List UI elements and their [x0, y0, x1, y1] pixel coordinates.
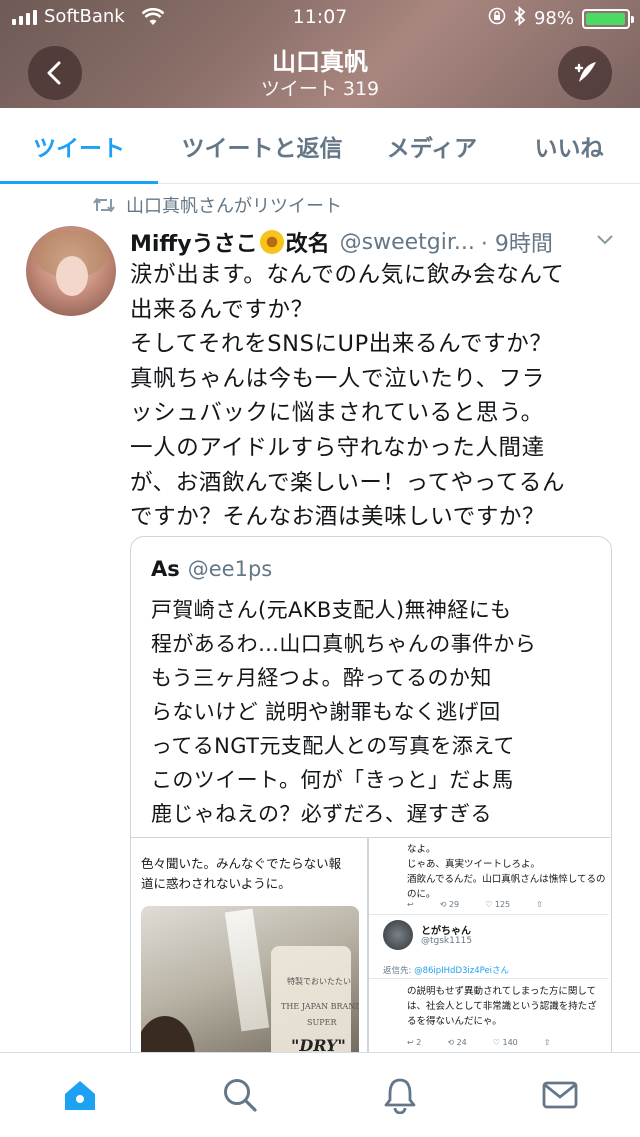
tweet-line: ッシュバックに悩まされていると思う。 [130, 400, 544, 427]
reply-to-line: 返信先: @86ipIHdD3iz4Peiさん [383, 964, 509, 976]
share-icon: ⇧ [543, 1038, 551, 1047]
quoted-tweet-body: 戸賀崎さん(元AKB支配人)無神経にも 程があるわ…山口真帆ちゃんの事件から も… [151, 593, 603, 831]
photo-label: THE JAPAN BRAND [281, 1002, 359, 1011]
reply-text: なよ。 じゃあ、真実ツイートしろよ。 酒飲んでるんだ。山口真帆さんは憔悴してるの… [407, 842, 605, 902]
quoted-tweet-card[interactable]: As @ee1ps 戸賀崎さん(元AKB支配人)無神経にも 程があるわ…山口真帆ち… [130, 536, 612, 1076]
tweet-line: 涙が出ます。なんでのん気に飲み会なんて [130, 262, 565, 288]
compose-feather-icon [574, 62, 596, 82]
reply-line: じゃあ、真実ツイートしろよ。 [407, 859, 541, 870]
nav-home[interactable] [0, 1053, 160, 1137]
messages-envelope-icon [542, 1081, 578, 1109]
tweet-line: ですか？そんなお酒は美味しいですか？ [130, 504, 546, 531]
status-bar: SoftBank 11:07 98% [0, 0, 640, 36]
quoted-line: もう三ヶ月経つよ。酔ってるのか知 [151, 666, 492, 690]
tweet-line: が、お酒飲んで楽しいー！ってやってるん [130, 469, 566, 496]
orientation-lock-icon [488, 7, 506, 30]
nav-messages[interactable] [480, 1053, 640, 1137]
tweet-line: そしてそれをSNSにUP出来るんですか？ [130, 331, 553, 358]
quoted-author-name: As [151, 557, 180, 581]
tweet-time: · 9時間 [480, 232, 553, 257]
bottom-tab-bar [0, 1052, 640, 1137]
reply-count: ↩ 2 [407, 1038, 422, 1047]
tweet-body: 涙が出ます。なんでのん気に飲み会なんて 出来るんですか？ そしてそれをSNSにU… [130, 258, 622, 535]
reply-avatar [383, 920, 413, 950]
photo-label: SUPER [307, 1018, 337, 1027]
sunflower-emoji-icon [259, 230, 284, 254]
reply-to-handle: @86ipIHdD3iz4Peiさん [414, 966, 510, 976]
quoted-line: 鹿じゃねえの？必ずだろ、遅すぎる [151, 802, 492, 826]
screenshot-caption: 色々聞いた。みんなぐでたらない報 道に惑わされないように。 [141, 854, 341, 894]
retweet-count: ⟲ 24 [447, 1038, 467, 1047]
reply-icon: ↩ [407, 900, 414, 909]
tweet-line: 真帆ちゃんは今も一人で泣いたり、フラ [130, 365, 545, 392]
quoted-author-handle: @ee1ps [187, 557, 273, 581]
reply-actions: ↩ ⟲ 29 ♡ 125 ⇧ [407, 900, 543, 909]
like-count: ♡ 125 [485, 900, 511, 909]
screenshot-image-right[interactable]: なよ。 じゃあ、真実ツイートしろよ。 酒飲んでるんだ。山口真帆さんは憔悴してるの… [369, 838, 611, 1076]
tweet-count: ツイート 319 [260, 78, 380, 100]
search-icon [224, 1079, 257, 1112]
quoted-line: このツイート。何が「きっと」だよ馬 [151, 768, 514, 792]
author-handle: @sweetgir... [339, 229, 475, 255]
like-count: ♡ 140 [492, 1038, 518, 1047]
tweet-line: 出来るんですか？ [130, 296, 314, 323]
quoted-line: らないけど 説明や謝罪もなく逃げ回 [151, 700, 501, 724]
reply-line: るを得ないんだにゃ。 [407, 1016, 502, 1027]
photo-label: 特製でおいたたい [287, 977, 351, 986]
tweet-line: 一人のアイドルすら守れなかった人間達 [130, 434, 545, 461]
page-title: 山口真帆 [272, 48, 368, 76]
reply-actions-2: ↩ 2 ⟲ 24 ♡ 140 ⇧ [407, 1038, 550, 1047]
reply-user-handle: @tgsk1115 [421, 936, 473, 946]
author-name[interactable]: Miffyうさこ [130, 226, 258, 258]
quoted-tweet-header: As @ee1ps [151, 557, 272, 581]
quoted-media: 色々聞いた。みんなぐでたらない報 道に惑わされないように。 特製でおいたたい T… [131, 837, 611, 1076]
avatar[interactable] [26, 226, 116, 316]
chevron-down-icon[interactable] [594, 228, 616, 250]
retweet-icon [93, 198, 115, 212]
profile-tabs: ツイート ツイートと返信 メディア いいね [0, 108, 640, 184]
reply-text-2: の説明もせず異動されてしまった方に関して は、社会人として非常識という認識を持た… [407, 984, 597, 1029]
tab-media[interactable]: メディア [366, 108, 498, 183]
reply-line: の説明もせず異動されてしまった方に関して [407, 986, 597, 997]
quoted-line: 戸賀崎さん(元AKB支配人)無神経にも [151, 598, 512, 622]
nav-notifications[interactable] [320, 1053, 480, 1137]
reply-line: 酒飲んでるんだ。山口真帆さんは憔悴してるの [407, 874, 606, 885]
share-icon: ⇧ [536, 900, 543, 909]
compose-button[interactable] [558, 46, 612, 100]
retweet-count: ⟲ 29 [439, 900, 460, 909]
battery-icon [582, 8, 634, 29]
divider [369, 978, 609, 979]
reply-user-name: とがちゃん [421, 926, 471, 937]
bluetooth-icon [514, 5, 526, 31]
retweet-note: 山口真帆さんがリツイート [126, 196, 342, 217]
quoted-line: 程があるわ…山口真帆ちゃんの事件から [151, 632, 537, 656]
reply-line: なよ。 [407, 844, 436, 855]
tab-tweets-and-replies[interactable]: ツイートと返信 [158, 108, 366, 183]
caption-line: 道に惑わされないように。 [141, 876, 291, 891]
tab-likes[interactable]: いいね [498, 108, 640, 183]
reply-to-label: 返信先: [383, 966, 412, 976]
caption-line: 色々聞いた。みんなぐでたらない報 [141, 856, 342, 871]
divider [369, 914, 609, 915]
tweet-meta: Miffyうさこ 改名 @sweetgir... · 9時間 [130, 226, 630, 258]
drink-photo: 特製でおいたたい THE JAPAN BRAND SUPER "DRY" [141, 906, 359, 1075]
thread-line [375, 838, 385, 1076]
reply-line: は、社会人として非常識という認識を持たざ [407, 1001, 597, 1012]
notifications-bell-icon [384, 1078, 416, 1114]
author-name-suffix[interactable]: 改名 [286, 226, 330, 258]
screenshot-image-left[interactable]: 色々聞いた。みんなぐでたらない報 道に惑わされないように。 特製でおいたたい T… [131, 838, 367, 1075]
profile-header: SoftBank 11:07 98% 山口真帆 ツイート 319 [0, 0, 640, 108]
nav-search[interactable] [160, 1053, 320, 1137]
tab-tweets[interactable]: ツイート [0, 108, 158, 184]
home-icon [65, 1081, 95, 1110]
battery-percent: 98% [533, 8, 574, 29]
quoted-line: ってるNGT元支配人との写真を添えて [151, 734, 515, 758]
retweet-context: 山口真帆さんがリツイート [92, 192, 342, 218]
